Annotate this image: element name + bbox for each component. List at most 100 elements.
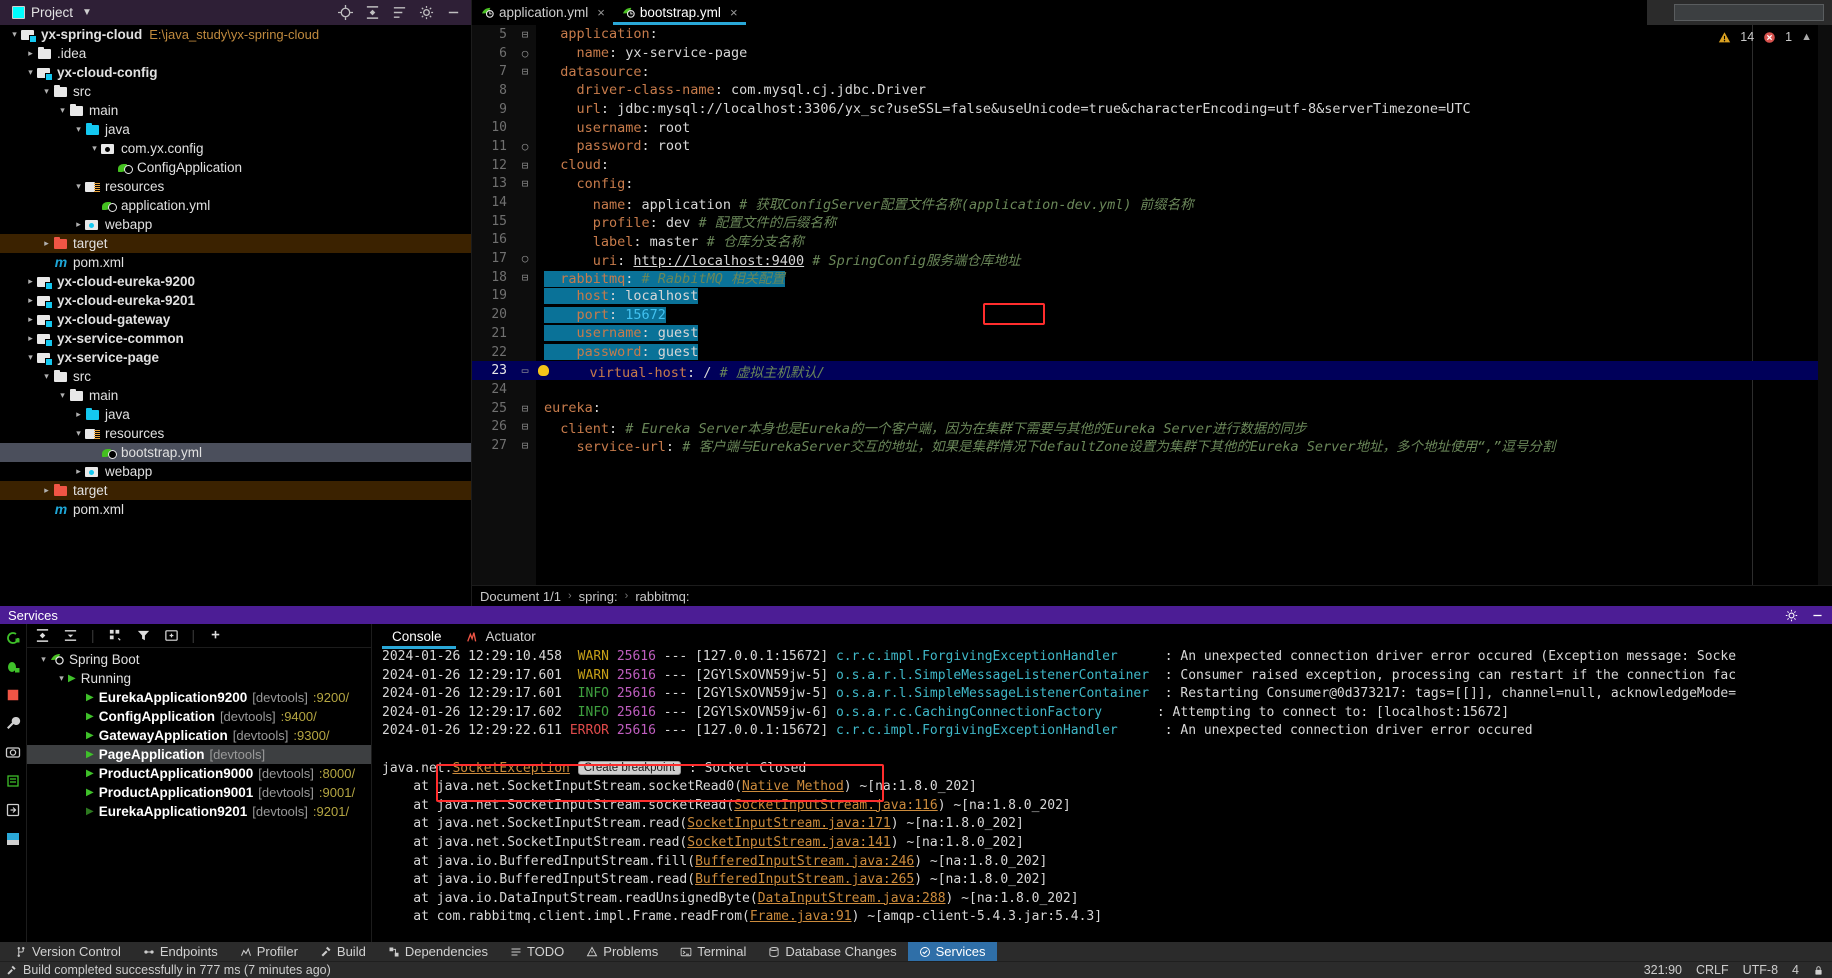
collapse-all-icon[interactable] <box>63 628 78 643</box>
services-tree-item[interactable]: ▾ ▶ Running <box>27 669 371 688</box>
gear-icon[interactable] <box>419 5 434 20</box>
chevron-down-icon[interactable]: ▾ <box>40 371 53 382</box>
project-tree-item[interactable]: ▾ yx-service-page <box>0 348 471 367</box>
code-line[interactable]: 14 name: application # 获取ConfigServer配置文… <box>472 193 1832 213</box>
services-tree-item[interactable]: ▾ Spring Boot <box>27 650 371 669</box>
code-line[interactable]: 5 ⊟ application: <box>472 25 1832 44</box>
editor-tab-application-yml[interactable]: application.yml × <box>472 0 613 25</box>
services-panel-title-bar[interactable]: Services <box>0 606 1832 624</box>
export-icon[interactable] <box>5 802 21 818</box>
breadcrumb[interactable]: Document 1/1 › spring: › rabbitmq: <box>472 585 1832 606</box>
project-tree-item[interactable]: ▸ .idea <box>0 44 471 63</box>
collapse-all-icon[interactable] <box>392 5 407 20</box>
project-tree-item[interactable]: bootstrap.yml <box>0 443 471 462</box>
fold-marker-icon[interactable]: ○ <box>514 252 536 265</box>
fold-marker-icon[interactable]: ⊟ <box>514 65 536 78</box>
chevron-down-icon[interactable]: ▾ <box>56 105 69 116</box>
chevron-down-icon[interactable]: ▾ <box>40 86 53 97</box>
search-input[interactable] <box>1674 4 1824 21</box>
project-tree-item[interactable]: ▾ src <box>0 367 471 386</box>
chevron-right-icon[interactable]: ▸ <box>24 295 37 306</box>
code-line[interactable]: 23 ▭ virtual-host: / # 虚拟主机默认/ <box>472 361 1832 381</box>
code-line[interactable]: 13 ⊟ config: <box>472 175 1832 194</box>
rerun-icon[interactable] <box>5 630 21 646</box>
chevron-right-icon[interactable]: ▸ <box>24 48 37 59</box>
project-tree-item[interactable]: ▸ java <box>0 405 471 424</box>
chevron-down-icon[interactable]: ▾ <box>56 390 69 401</box>
service-port-link[interactable]: :9001/ <box>319 785 355 800</box>
tool-window-button-build[interactable]: Build <box>309 942 377 961</box>
project-tree-item[interactable]: ▸ target <box>0 481 471 500</box>
service-port-link[interactable]: :9201/ <box>313 804 349 819</box>
services-tree-item[interactable]: ▶ GatewayApplication [devtools]:9300/ <box>27 726 371 745</box>
intention-bulb-icon[interactable]: ▭ <box>514 364 536 377</box>
service-port-link[interactable]: :9400/ <box>281 709 317 724</box>
debug-icon[interactable] <box>5 659 21 675</box>
code-line[interactable]: 25 ⊟ eureka: <box>472 399 1832 418</box>
project-tree-item[interactable]: ▸ webapp <box>0 215 471 234</box>
project-tree-item[interactable]: ▸ webapp <box>0 462 471 481</box>
chevron-down-icon[interactable]: ▾ <box>37 654 50 665</box>
chevron-right-icon[interactable]: ▸ <box>72 409 85 420</box>
project-tree-item[interactable]: ▸ yx-cloud-gateway <box>0 310 471 329</box>
fold-marker-icon[interactable]: ⊟ <box>514 159 536 172</box>
caret-position[interactable]: 321:90 <box>1644 963 1682 977</box>
project-tree-item[interactable]: ▾ src <box>0 82 471 101</box>
project-tree-item[interactable]: ▸ target <box>0 234 471 253</box>
indent-size[interactable]: 4 <box>1792 963 1799 977</box>
services-tree[interactable]: ▾ Spring Boot ▾ ▶ Running ▶ EurekaApplication9… <box>27 648 371 942</box>
code-line[interactable]: 15 profile: dev # 配置文件的后缀名称 <box>472 212 1832 232</box>
add-icon[interactable] <box>208 628 223 643</box>
tool-window-button-database-changes[interactable]: Database Changes <box>757 942 907 961</box>
fold-marker-icon[interactable]: ○ <box>514 140 536 153</box>
project-tree-item[interactable]: ▾ resources <box>0 424 471 443</box>
code-line[interactable]: 27 ⊟ service-url: # 客户端与EurekaServer交互的地址… <box>472 436 1832 456</box>
intention-bulb-icon[interactable] <box>538 365 549 377</box>
tool-window-button-terminal[interactable]: Terminal <box>669 942 757 961</box>
breadcrumb-crumb-spring[interactable]: spring: <box>579 589 618 604</box>
chevron-up-icon[interactable]: ▲ <box>1801 31 1812 43</box>
project-tree-item[interactable]: ConfigApplication <box>0 158 471 177</box>
chevron-down-icon[interactable]: ▾ <box>55 673 68 684</box>
group-icon[interactable] <box>108 628 123 643</box>
chevron-down-icon[interactable]: ▾ <box>72 124 85 135</box>
tool-window-button-endpoints[interactable]: Endpoints <box>132 942 229 961</box>
lock-icon[interactable] <box>1813 965 1824 976</box>
project-tree-panel[interactable]: ▾ yx-spring-cloud E:\java_study\yx-spring-… <box>0 25 472 606</box>
hide-panel-icon[interactable] <box>446 5 461 20</box>
project-tree-item[interactable]: ▸ yx-service-common <box>0 329 471 348</box>
breadcrumb-crumb-rabbitmq[interactable]: rabbitmq: <box>635 589 689 604</box>
code-line[interactable]: 24 <box>472 380 1832 399</box>
chevron-right-icon[interactable]: ▸ <box>24 276 37 287</box>
fold-marker-icon[interactable]: ⊟ <box>514 177 536 190</box>
code-line[interactable]: 17 ○ uri: http://localhost:9400 # SpringC… <box>472 249 1832 269</box>
locate-target-icon[interactable] <box>338 5 353 20</box>
fold-marker-icon[interactable]: ○ <box>514 47 536 60</box>
code-line[interactable]: 7 ⊟ datasource: <box>472 62 1832 81</box>
project-tree-item[interactable]: ▾ resources <box>0 177 471 196</box>
services-tree-item[interactable]: ▶ ConfigApplication [devtools]:9400/ <box>27 707 371 726</box>
editor-scroll-area[interactable]: 5 ⊟ application: 6 ○ name: yx-service-page 7… <box>472 25 1832 585</box>
tool-window-button-problems[interactable]: Problems <box>575 942 669 961</box>
minimize-icon[interactable] <box>1811 609 1824 622</box>
chevron-down-icon[interactable]: ▾ <box>72 428 85 439</box>
chevron-right-icon[interactable]: ▸ <box>72 466 85 477</box>
chevron-down-icon[interactable]: ▾ <box>24 352 37 363</box>
tool-window-button-todo[interactable]: TODO <box>499 942 575 961</box>
chevron-right-icon[interactable]: ▸ <box>40 485 53 496</box>
code-line[interactable]: 19 host: localhost <box>472 287 1832 306</box>
tool-window-button-version-control[interactable]: Version Control <box>4 942 132 961</box>
code-line[interactable]: 11 ○ password: root <box>472 137 1832 156</box>
service-port-link[interactable]: :9200/ <box>313 690 349 705</box>
thread-dump-icon[interactable] <box>5 773 21 789</box>
project-tree-item[interactable]: ▸ yx-cloud-eureka-9200 <box>0 272 471 291</box>
fold-marker-icon[interactable]: ⊟ <box>514 28 536 41</box>
code-line[interactable]: 26 ⊟ client: # Eureka Server本身也是Eureka的一个… <box>472 417 1832 437</box>
stop-icon[interactable] <box>6 688 20 702</box>
chevron-down-icon[interactable]: ▼ <box>82 7 92 18</box>
code-line[interactable]: 8 driver-class-name: com.mysql.cj.jdbc.D… <box>472 81 1832 100</box>
code-line[interactable]: 20 port: 15672 <box>472 305 1832 324</box>
chevron-down-icon[interactable]: ▾ <box>8 29 21 40</box>
code-line[interactable]: 21 username: guest <box>472 324 1832 343</box>
code-content[interactable]: 5 ⊟ application: 6 ○ name: yx-service-page 7… <box>472 25 1832 455</box>
